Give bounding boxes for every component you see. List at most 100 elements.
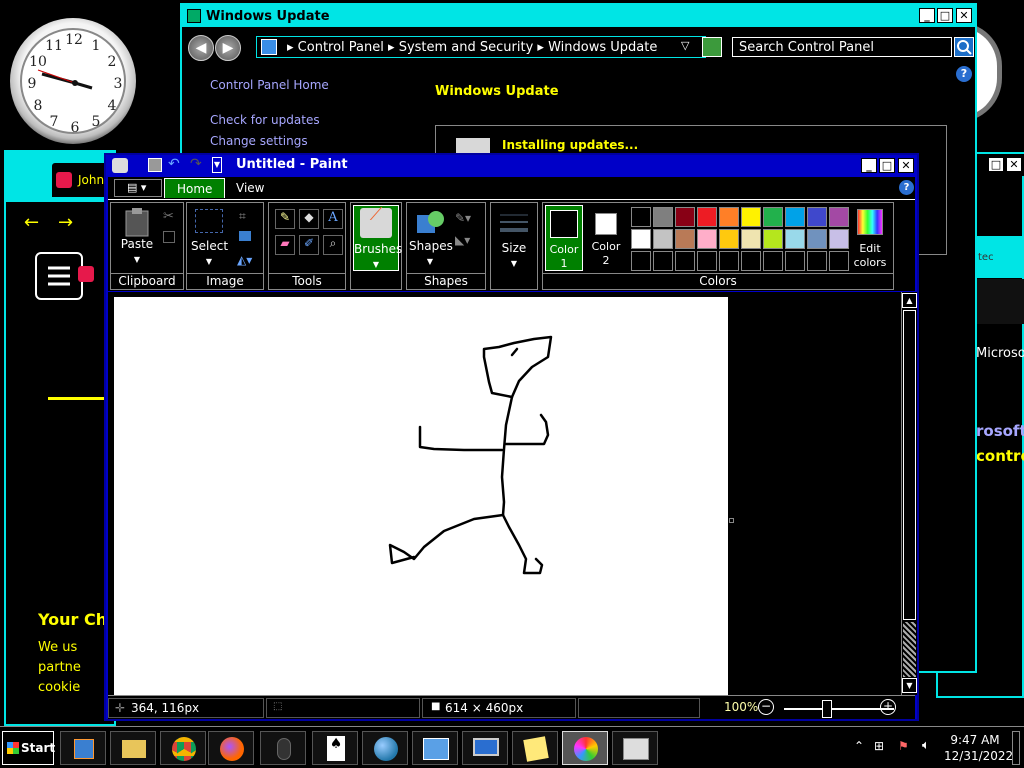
maximize-icon[interactable]: □ bbox=[988, 157, 1004, 172]
palette-swatch[interactable] bbox=[763, 229, 783, 249]
crop-icon[interactable]: ⌗ bbox=[239, 209, 246, 224]
taskbar-paint[interactable] bbox=[562, 731, 608, 765]
taskbar-network[interactable] bbox=[362, 731, 408, 765]
hamburger-menu-button[interactable] bbox=[35, 252, 83, 300]
refresh-icon[interactable] bbox=[702, 37, 722, 57]
tab-view[interactable]: View bbox=[224, 178, 276, 198]
volume-icon[interactable]: 🔈︎ bbox=[922, 738, 930, 753]
palette-swatch[interactable] bbox=[631, 229, 651, 249]
palette-swatch[interactable] bbox=[675, 229, 695, 249]
breadcrumb[interactable]: ▸ Control Panel ▸ System and Security ▸ … bbox=[256, 36, 706, 58]
custom-color-slot[interactable] bbox=[829, 251, 849, 271]
link-change-settings[interactable]: Change settings bbox=[210, 134, 308, 148]
zoom-slider-thumb[interactable] bbox=[822, 700, 832, 718]
shapes-button[interactable]: Shapes ▼ bbox=[409, 207, 453, 273]
palette-swatch[interactable] bbox=[785, 207, 805, 227]
palette-swatch[interactable] bbox=[719, 207, 739, 227]
palette-swatch[interactable] bbox=[807, 207, 827, 227]
resize-icon[interactable] bbox=[239, 231, 251, 241]
brushes-button[interactable]: ⟋ Brushes ▼ bbox=[353, 205, 402, 271]
close-icon[interactable]: ✕ bbox=[956, 8, 972, 23]
color1-button[interactable]: Color 1 bbox=[545, 205, 583, 271]
palette-swatch[interactable] bbox=[763, 207, 783, 227]
taskbar-sticky-notes[interactable] bbox=[512, 731, 558, 765]
scroll-down-icon[interactable]: ▼ bbox=[902, 678, 917, 693]
text-tool-icon[interactable]: A bbox=[323, 209, 343, 229]
palette-swatch[interactable] bbox=[697, 229, 717, 249]
custom-color-slot[interactable] bbox=[631, 251, 651, 271]
back-icon[interactable]: ← bbox=[24, 212, 39, 233]
scroll-track[interactable] bbox=[903, 622, 916, 677]
custom-color-slot[interactable] bbox=[719, 251, 739, 271]
taskbar-media-player[interactable] bbox=[60, 731, 106, 765]
link-check-for-updates[interactable]: Check for updates bbox=[210, 113, 320, 127]
zoom-out-icon[interactable]: − bbox=[758, 699, 774, 715]
taskbar-fax[interactable] bbox=[612, 731, 658, 765]
zoom-in-icon[interactable]: + bbox=[880, 699, 896, 715]
clock-time[interactable]: 9:47 AM bbox=[948, 733, 1002, 747]
breadcrumb-item[interactable]: Control Panel bbox=[298, 40, 384, 55]
palette-swatch[interactable] bbox=[631, 207, 651, 227]
breadcrumb-item[interactable]: System and Security bbox=[399, 40, 534, 55]
select-button[interactable]: Select ▼ bbox=[191, 209, 228, 275]
link-fragment[interactable]: contro bbox=[976, 447, 1024, 465]
custom-color-slot[interactable] bbox=[785, 251, 805, 271]
undo-icon[interactable]: ↶ bbox=[168, 156, 180, 172]
vertical-scrollbar[interactable]: ▲ ▼ bbox=[901, 292, 917, 695]
taskbar-control-panel[interactable] bbox=[412, 731, 458, 765]
show-hidden-icons-icon[interactable]: ⌃ bbox=[854, 739, 864, 753]
scroll-up-icon[interactable]: ▲ bbox=[902, 293, 917, 308]
paint-window[interactable]: ↶ ↷ ▼ Untitled - Paint _ □ ✕ ▤ ▾ Home Vi… bbox=[104, 153, 919, 721]
palette-swatch[interactable] bbox=[697, 207, 717, 227]
taskbar-solitaire[interactable]: ♠ bbox=[312, 731, 358, 765]
forward-button[interactable]: ▶ bbox=[215, 35, 241, 61]
zoom-slider[interactable] bbox=[784, 708, 894, 710]
taskbar-firefox[interactable] bbox=[208, 731, 254, 765]
action-center-icon[interactable]: ⚑ bbox=[898, 739, 909, 753]
link-control-panel-home[interactable]: Control Panel Home bbox=[210, 78, 329, 92]
taskbar-mouse[interactable] bbox=[260, 731, 306, 765]
custom-color-slot[interactable] bbox=[653, 251, 673, 271]
canvas-area[interactable] bbox=[108, 292, 901, 697]
custom-color-slot[interactable] bbox=[741, 251, 761, 271]
tab-home[interactable]: Home bbox=[164, 178, 226, 198]
minimize-icon[interactable]: _ bbox=[861, 158, 877, 173]
palette-swatch[interactable] bbox=[785, 229, 805, 249]
custom-color-slot[interactable] bbox=[807, 251, 827, 271]
back-button[interactable]: ◀ bbox=[188, 35, 214, 61]
palette-swatch[interactable] bbox=[829, 229, 849, 249]
rotate-icon[interactable]: ◭▾ bbox=[237, 253, 252, 267]
search-input[interactable]: Search Control Panel bbox=[732, 37, 952, 57]
palette-swatch[interactable] bbox=[829, 207, 849, 227]
custom-color-slot[interactable] bbox=[697, 251, 717, 271]
redo-icon[interactable]: ↷ bbox=[190, 156, 202, 172]
copy-icon[interactable] bbox=[163, 231, 175, 243]
color2-button[interactable]: Color 2 bbox=[587, 205, 625, 271]
eraser-icon[interactable]: ▰ bbox=[275, 235, 295, 255]
close-icon[interactable]: ✕ bbox=[1006, 157, 1022, 172]
help-icon[interactable]: ? bbox=[899, 180, 914, 195]
breadcrumb-item[interactable]: Windows Update bbox=[548, 40, 657, 55]
palette-swatch[interactable] bbox=[741, 207, 761, 227]
edit-colors-button[interactable]: Edit colors bbox=[849, 207, 891, 273]
background-browser-window[interactable]: John ← → Your Che We us partne cookie bbox=[4, 150, 116, 726]
chevron-down-icon[interactable]: ▽ bbox=[681, 39, 689, 52]
palette-swatch[interactable] bbox=[741, 229, 761, 249]
start-button[interactable]: Start bbox=[2, 731, 55, 765]
quick-access-dropdown-icon[interactable]: ▼ bbox=[212, 157, 222, 173]
maximize-icon[interactable]: □ bbox=[937, 8, 953, 23]
palette-swatch[interactable] bbox=[653, 229, 673, 249]
magnifier-icon[interactable]: ⌕ bbox=[323, 235, 343, 255]
clock-date[interactable]: 12/31/2022 bbox=[944, 749, 1013, 763]
minimize-icon[interactable]: _ bbox=[919, 8, 935, 23]
color-picker-icon[interactable]: ✐ bbox=[299, 235, 319, 255]
search-icon[interactable] bbox=[954, 37, 974, 57]
link-fragment[interactable]: rosoft bbox=[976, 422, 1024, 440]
palette-swatch[interactable] bbox=[719, 229, 739, 249]
taskbar-chrome[interactable] bbox=[160, 731, 206, 765]
cut-icon[interactable]: ✂ bbox=[163, 209, 174, 224]
paste-button[interactable]: Paste ▼ bbox=[117, 207, 157, 273]
save-icon[interactable] bbox=[148, 158, 162, 172]
close-icon[interactable]: ✕ bbox=[898, 158, 914, 173]
custom-color-slot[interactable] bbox=[675, 251, 695, 271]
